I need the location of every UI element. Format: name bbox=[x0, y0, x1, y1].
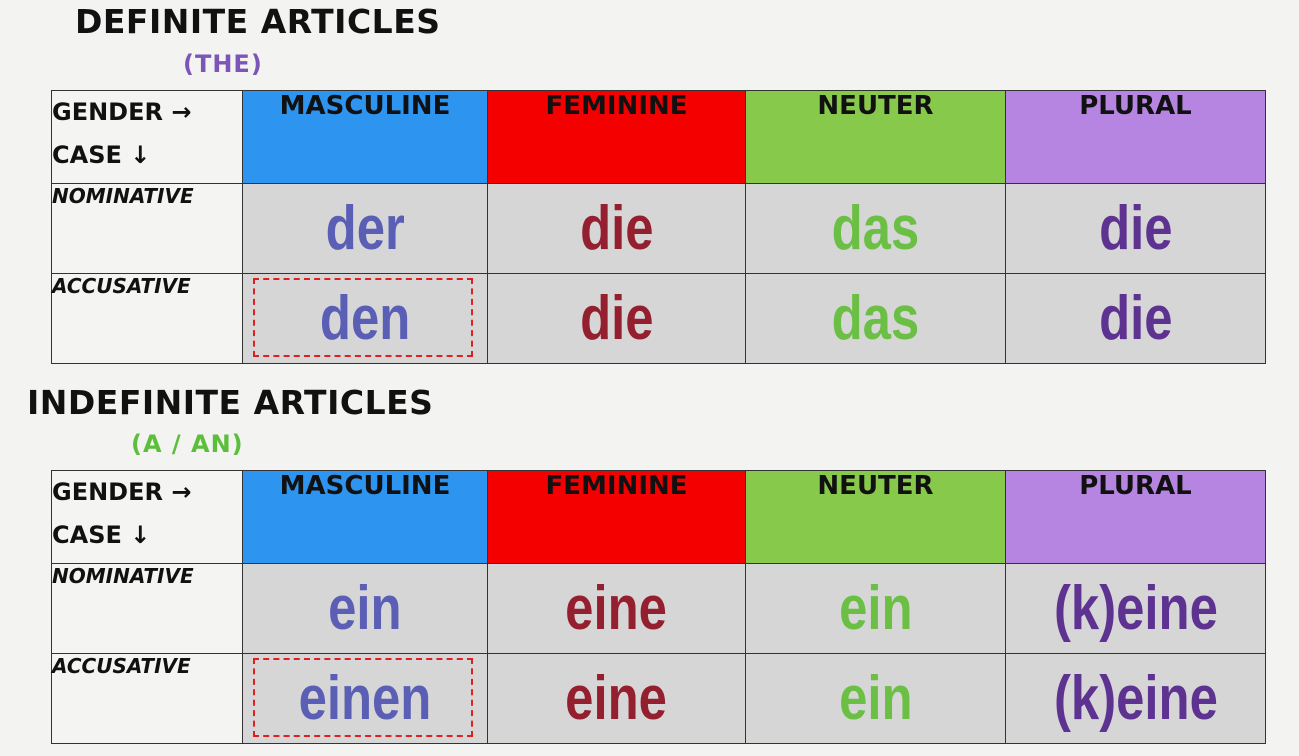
cell-plural-accusative: (k)eine bbox=[1005, 653, 1266, 744]
gender-axis-label: GENDER → bbox=[52, 478, 192, 506]
article-text: (k)eine bbox=[1053, 573, 1218, 643]
column-header-plural: PLURAL bbox=[1005, 90, 1266, 184]
article-text: ein bbox=[838, 573, 913, 643]
column-header-neuter: NEUTER bbox=[745, 90, 1006, 184]
cell-plural-nominative: die bbox=[1005, 183, 1266, 274]
row-label-text: NOMINATIVE bbox=[52, 564, 194, 588]
row-label-nominative: NOMINATIVE bbox=[51, 563, 243, 654]
definite-articles-table: GENDER → CASE ↓ MASCULINE FEMININE NEUTE… bbox=[51, 90, 1266, 364]
header-row: GENDER → CASE ↓ MASCULINE FEMININE NEUTE… bbox=[51, 90, 1266, 184]
cell-masculine-nominative: der bbox=[242, 183, 488, 274]
definite-articles-title: DEFINITE ARTICLES bbox=[75, 2, 441, 41]
cell-masculine-accusative: einen bbox=[242, 653, 488, 744]
table-row-accusative: ACCUSATIVE einen eine ein (k)eine bbox=[51, 653, 1266, 744]
cell-masculine-nominative: ein bbox=[242, 563, 488, 654]
cell-plural-nominative: (k)eine bbox=[1005, 563, 1266, 654]
column-header-feminine: FEMININE bbox=[487, 90, 746, 184]
article-text: ein bbox=[328, 573, 402, 643]
cell-neuter-nominative: das bbox=[745, 183, 1006, 274]
indefinite-articles-subtitle: (A / AN) bbox=[131, 430, 244, 458]
indefinite-articles-title: INDEFINITE ARTICLES bbox=[27, 383, 434, 422]
corner-cell: GENDER → CASE ↓ bbox=[51, 90, 243, 184]
gender-axis-label: GENDER → bbox=[52, 98, 192, 126]
article-text: ein bbox=[838, 663, 913, 733]
cell-masculine-accusative: den bbox=[242, 273, 488, 364]
article-text: die bbox=[579, 193, 654, 263]
article-text: die bbox=[579, 283, 654, 353]
column-header-neuter: NEUTER bbox=[745, 470, 1006, 564]
table-row-nominative: NOMINATIVE ein eine ein (k)eine bbox=[51, 563, 1266, 654]
row-label-text: NOMINATIVE bbox=[52, 184, 194, 208]
article-text: einen bbox=[298, 663, 432, 733]
table-row-nominative: NOMINATIVE der die das die bbox=[51, 183, 1266, 274]
table-row-accusative: ACCUSATIVE den die das die bbox=[51, 273, 1266, 364]
row-label-nominative: NOMINATIVE bbox=[51, 183, 243, 274]
case-axis-label: CASE ↓ bbox=[52, 521, 151, 549]
cell-plural-accusative: die bbox=[1005, 273, 1266, 364]
article-text: die bbox=[1098, 193, 1173, 263]
article-text: der bbox=[325, 193, 405, 263]
row-label-text: ACCUSATIVE bbox=[52, 654, 191, 678]
case-axis-label: CASE ↓ bbox=[52, 141, 151, 169]
cell-neuter-nominative: ein bbox=[745, 563, 1006, 654]
article-text: das bbox=[831, 193, 920, 263]
column-header-masculine: MASCULINE bbox=[242, 90, 488, 184]
cell-feminine-accusative: eine bbox=[487, 653, 746, 744]
column-header-plural: PLURAL bbox=[1005, 470, 1266, 564]
article-text: (k)eine bbox=[1053, 663, 1218, 733]
article-text: eine bbox=[565, 663, 668, 733]
column-header-feminine: FEMININE bbox=[487, 470, 746, 564]
article-text: das bbox=[831, 283, 920, 353]
corner-cell: GENDER → CASE ↓ bbox=[51, 470, 243, 564]
row-label-text: ACCUSATIVE bbox=[52, 274, 191, 298]
article-text: eine bbox=[565, 573, 668, 643]
row-label-accusative: ACCUSATIVE bbox=[51, 273, 243, 364]
article-text: den bbox=[319, 283, 411, 353]
article-text: die bbox=[1098, 283, 1173, 353]
header-row: GENDER → CASE ↓ MASCULINE FEMININE NEUTE… bbox=[51, 470, 1266, 564]
cell-feminine-accusative: die bbox=[487, 273, 746, 364]
indefinite-articles-table: GENDER → CASE ↓ MASCULINE FEMININE NEUTE… bbox=[51, 470, 1266, 744]
cell-feminine-nominative: die bbox=[487, 183, 746, 274]
cell-neuter-accusative: ein bbox=[745, 653, 1006, 744]
cell-feminine-nominative: eine bbox=[487, 563, 746, 654]
row-label-accusative: ACCUSATIVE bbox=[51, 653, 243, 744]
definite-articles-subtitle: (THE) bbox=[183, 50, 263, 78]
cell-neuter-accusative: das bbox=[745, 273, 1006, 364]
column-header-masculine: MASCULINE bbox=[242, 470, 488, 564]
